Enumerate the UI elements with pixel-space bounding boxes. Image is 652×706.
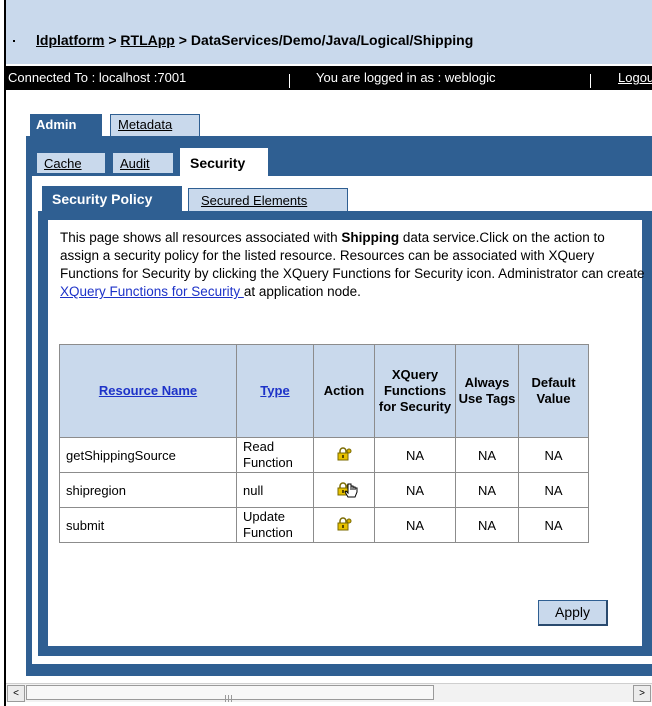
lock-key-icon[interactable] (336, 446, 352, 461)
breadcrumb: ldplatform > RTLApp > DataServices/Demo/… (36, 32, 473, 48)
logout-link[interactable]: Logout (618, 70, 652, 85)
header-always-use-tags: Always Use Tags (455, 344, 519, 438)
resources-table: Resource Name Type Action XQuery Functio… (59, 344, 589, 543)
tab-security[interactable]: Security (180, 148, 268, 176)
cell-resource-name: getShippingSource (59, 437, 237, 473)
tab-admin[interactable]: Admin (30, 114, 102, 136)
breadcrumb-current-path: DataServices/Demo/Java/Logical/Shipping (190, 32, 474, 48)
status-divider (590, 74, 591, 88)
cell-resource-name: submit (59, 507, 237, 543)
description-dataservice-name: Shipping (341, 230, 400, 245)
tab-audit-label[interactable]: Audit (120, 156, 150, 171)
connected-to-text: Connected To : localhost :7001 (8, 70, 187, 85)
tab-metadata-label[interactable]: Metadata (118, 117, 172, 132)
cell-action (313, 437, 375, 473)
cell-xquery: NA (374, 472, 456, 508)
status-bar: Connected To : localhost :7001 You are l… (6, 66, 652, 90)
cell-default-value: NA (518, 472, 589, 508)
breadcrumb-root-link[interactable]: ldplatform (36, 32, 104, 48)
header-resource-name[interactable]: Resource Name (59, 344, 237, 438)
page-description: This page shows all resources associated… (60, 229, 645, 301)
tab-secured-elements[interactable]: Secured Elements (188, 188, 348, 212)
breadcrumb-bar: ldplatform > RTLApp > DataServices/Demo/… (6, 0, 652, 64)
cell-xquery: NA (374, 437, 456, 473)
sort-type-link[interactable]: Type (260, 383, 289, 398)
cell-xquery: NA (374, 507, 456, 543)
breadcrumb-separator: > (104, 32, 121, 48)
description-text: This page shows all resources associated… (60, 230, 342, 245)
browser-frame: ldplatform > RTLApp > DataServices/Demo/… (0, 0, 652, 706)
table-row: getShippingSource Read Function NA NA NA (59, 437, 589, 473)
tab-security-policy[interactable]: Security Policy (42, 186, 182, 212)
cell-action (313, 507, 375, 543)
cell-action (313, 472, 375, 508)
horizontal-scrollbar[interactable]: < > (6, 683, 652, 702)
table-row: shipregion null NA NA NA (59, 472, 589, 508)
cell-resource-name: shipregion (59, 472, 237, 508)
logged-in-text: You are logged in as : weblogic (316, 70, 496, 85)
cell-always-use-tags: NA (455, 437, 519, 473)
table-header-row: Resource Name Type Action XQuery Functio… (59, 344, 589, 438)
breadcrumb-separator: > (174, 32, 191, 48)
hand-cursor-icon (344, 483, 358, 504)
breadcrumb-app-link[interactable]: RTLApp (120, 32, 174, 48)
lock-key-icon[interactable] (336, 516, 352, 531)
header-xquery-functions: XQuery Functions for Security (374, 344, 456, 438)
cell-type: Read Function (236, 437, 314, 473)
tab-secured-elements-label[interactable]: Secured Elements (201, 193, 307, 208)
table-row: submit Update Function NA NA NA (59, 507, 589, 543)
cell-always-use-tags: NA (455, 472, 519, 508)
apply-button[interactable]: Apply (538, 600, 608, 626)
header-default-value: Default Value (518, 344, 589, 438)
tab-cache-label[interactable]: Cache (44, 156, 82, 171)
xquery-functions-link[interactable]: XQuery Functions for Security (60, 284, 244, 299)
header-type[interactable]: Type (236, 344, 314, 438)
grip-icon (225, 690, 235, 702)
scroll-right-icon[interactable]: > (633, 685, 651, 702)
window-left-border (4, 0, 6, 706)
scrollbar-thumb[interactable] (26, 685, 434, 702)
cell-type: Update Function (236, 507, 314, 543)
bullet-dot (13, 40, 15, 42)
tab-cache[interactable]: Cache (36, 152, 106, 174)
header-action: Action (313, 344, 375, 438)
status-divider (289, 74, 290, 88)
cell-default-value: NA (518, 507, 589, 543)
tab-metadata[interactable]: Metadata (110, 114, 200, 136)
tab-audit[interactable]: Audit (112, 152, 174, 174)
cell-default-value: NA (518, 437, 589, 473)
description-text: at application node. (243, 284, 361, 299)
sort-resource-name-link[interactable]: Resource Name (99, 383, 197, 398)
scroll-left-icon[interactable]: < (7, 685, 25, 702)
cell-type: null (236, 472, 314, 508)
cell-always-use-tags: NA (455, 507, 519, 543)
